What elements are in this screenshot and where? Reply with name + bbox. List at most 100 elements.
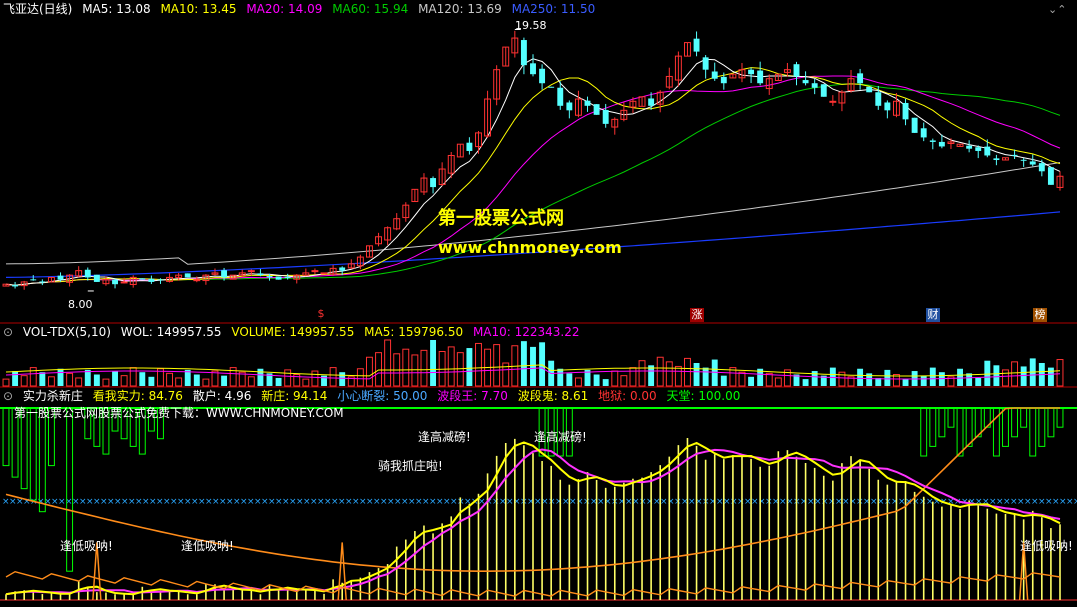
boduangui-label: 波段鬼: 8.61	[517, 389, 589, 403]
marker-bang[interactable]: 榜	[1033, 308, 1047, 322]
candle-body	[430, 178, 437, 188]
signal-tag-buy-1: 逢低吸呐!	[60, 539, 113, 553]
marker-cai[interactable]: 财	[926, 308, 940, 322]
volume-bar	[693, 363, 700, 386]
candle-body	[975, 147, 982, 151]
candle-body	[1029, 161, 1036, 165]
candle-body	[866, 86, 873, 93]
candle-body	[320, 272, 328, 275]
main-header: 飞亚达(日线) MA5: 13.08 MA10: 13.45 MA20: 14.…	[3, 2, 601, 16]
volume-bar	[566, 373, 573, 386]
candle-body	[966, 145, 973, 149]
candle-body	[938, 141, 945, 147]
candle-body	[311, 270, 319, 273]
marker-dollar[interactable]: $	[314, 307, 328, 321]
candle-body	[57, 275, 64, 280]
volume-bar	[539, 342, 546, 386]
ma10-label: MA10: 13.45	[160, 2, 237, 16]
candle-body	[157, 279, 164, 281]
sanhu-label: 散户: 4.96	[192, 389, 252, 403]
volume-bar	[857, 368, 864, 386]
candle-body	[902, 102, 909, 120]
xiaoxin-label: 小心断裂: 50.00	[337, 389, 428, 403]
candle-body	[1038, 163, 1045, 172]
candle-body	[1047, 167, 1054, 185]
indicator-title[interactable]: 实力杀新庄	[23, 389, 83, 403]
high-price-label: 19.58	[515, 19, 547, 32]
candle-body	[748, 69, 755, 75]
chart-canvas: × × × × × × × × × × × × × × × × × × × × × × × × × × × × × × × × × × × × × × × ×…	[0, 0, 1077, 607]
indicator-subtitle: 第一股票公式网股票公式免费下载：WWW.CHNMONEY.COM	[14, 406, 344, 420]
volume-bar	[275, 377, 282, 386]
ma5-label: MA5: 13.08	[82, 2, 151, 16]
candle-body	[648, 98, 655, 106]
signal-tag-buy-2: 逢低吸呐!	[181, 539, 234, 553]
candle-body	[857, 73, 864, 84]
indicator-header: ⊙ 实力杀新庄 看我实力: 84.76 散户: 4.96 新庄: 94.14 小…	[3, 389, 746, 403]
signal-tag-sell-2: 逢高减磅!	[534, 430, 587, 444]
ma20-label: MA20: 14.09	[246, 2, 323, 16]
candle-body	[39, 281, 46, 283]
volume-bar	[593, 374, 600, 386]
volume-bar	[221, 375, 228, 386]
candle-body	[84, 269, 91, 278]
volume-bar	[984, 360, 991, 386]
candle-body	[993, 158, 1000, 160]
candle-body	[466, 142, 473, 151]
candle-body	[693, 38, 700, 52]
candle-body	[339, 267, 346, 271]
candle-body	[530, 63, 536, 75]
volume-bar	[430, 340, 437, 386]
candle-body	[112, 279, 118, 285]
volume-bar	[1047, 367, 1054, 386]
candle-body	[929, 140, 936, 142]
ma60-label: MA60: 15.94	[332, 2, 409, 16]
boduanwang-label: 波段王: 7.70	[437, 389, 508, 403]
candle-body	[247, 270, 255, 273]
volume-title[interactable]: VOL-TDX(5,10)	[23, 325, 111, 339]
candle-body	[139, 278, 146, 280]
signal-tag-sell-1: 逢高减磅!	[418, 430, 471, 444]
volume-bar	[530, 346, 536, 386]
candle-body	[811, 83, 818, 88]
volume-bar	[557, 368, 564, 386]
vol-ma5-label: MA5: 159796.50	[364, 325, 464, 339]
candle-body	[120, 281, 128, 284]
candle-body	[984, 146, 991, 156]
volume-bar	[720, 375, 727, 386]
candle-body	[802, 80, 809, 84]
volume-expand-icon[interactable]: ⊙	[3, 325, 13, 339]
volume-bar	[84, 369, 91, 386]
candle-body	[584, 100, 591, 106]
volume-header: ⊙ VOL-TDX(5,10) WOL: 149957.55 VOLUME: 1…	[3, 325, 586, 339]
volume-bar	[148, 376, 155, 386]
indicator-expand-icon[interactable]: ⊙	[3, 389, 13, 403]
xinzhuang-label: 新庄: 94.14	[261, 389, 328, 403]
volume-bar	[993, 365, 1000, 386]
watermark-title: 第一股票公式网	[438, 208, 564, 229]
wol-label: WOL: 149957.55	[120, 325, 222, 339]
volume-bar	[339, 372, 346, 386]
candle-body	[93, 274, 100, 282]
candle-body	[12, 285, 19, 287]
candle-body	[593, 104, 600, 115]
candle-body	[193, 279, 201, 282]
candle-body	[711, 71, 718, 79]
collapse-icon[interactable]: ⌄⌃	[1048, 3, 1066, 17]
volume-bar	[929, 367, 936, 386]
signal-tag-zhuang: 骑我抓庄啦!	[378, 459, 443, 473]
volume-bar	[975, 377, 982, 386]
tiantang-label: 天堂: 100.00	[666, 389, 741, 403]
vol-ma10-label: MA10: 122343.22	[472, 325, 580, 339]
volume-bar	[1020, 366, 1027, 386]
volume-bar	[57, 368, 64, 386]
main-title[interactable]: 飞亚达(日线)	[3, 2, 72, 16]
volume-bar	[39, 372, 46, 386]
volume-bar	[702, 367, 709, 386]
marker-zhang[interactable]: 涨	[690, 308, 704, 322]
candle-body	[820, 84, 827, 97]
candle-body	[884, 102, 891, 111]
volume-bar	[802, 379, 809, 386]
ma120-label: MA120: 13.69	[418, 2, 502, 16]
candle-body	[520, 40, 527, 66]
